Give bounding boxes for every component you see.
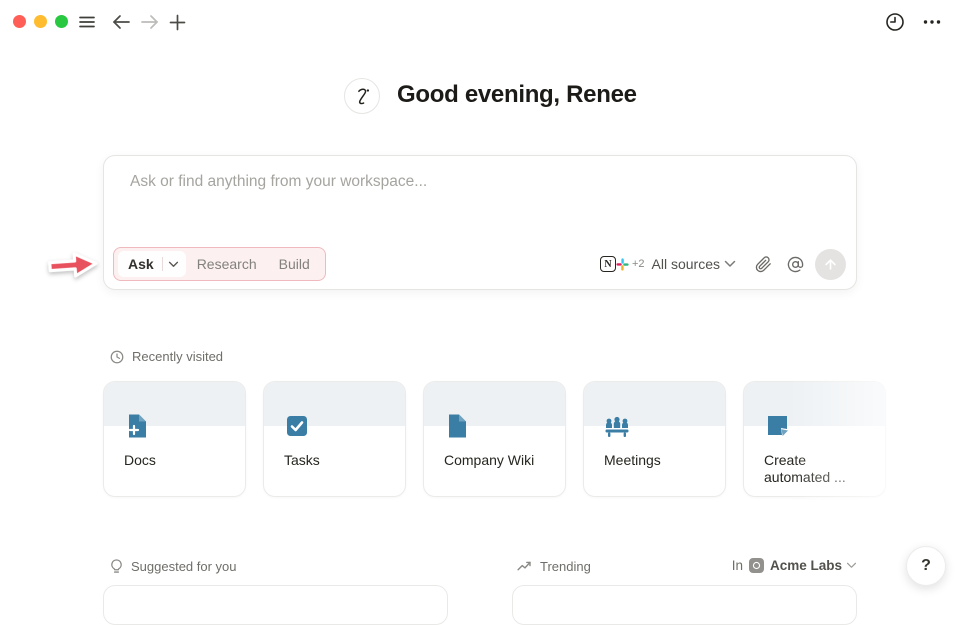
back-button[interactable]	[111, 12, 131, 32]
ai-face-doodle-icon	[358, 88, 370, 105]
slack-pinwheel-icon	[616, 257, 629, 271]
plus-icon	[169, 14, 185, 30]
annotation-arrow	[48, 252, 98, 278]
chevron-down-icon	[724, 260, 736, 267]
task-check-icon	[287, 416, 307, 436]
lightbulb-icon	[111, 559, 122, 573]
clock-icon	[110, 350, 124, 363]
trending-card-preview[interactable]	[512, 585, 857, 625]
ai-face-avatar	[344, 78, 380, 114]
more-options-button[interactable]	[922, 12, 942, 32]
at-sign-icon	[787, 256, 803, 272]
sidebar-menu-button[interactable]	[77, 12, 97, 32]
hamburger-icon	[79, 16, 95, 28]
mode-divider	[161, 257, 163, 271]
ask-input[interactable]	[128, 172, 832, 192]
card-create-automated[interactable]: Create automated ...	[743, 381, 886, 497]
chevron-down-icon	[168, 261, 178, 267]
composer-actions: N +2 All sources	[595, 248, 846, 280]
trending-label: Trending	[540, 559, 591, 574]
composer-panel: Ask Research Build N	[103, 155, 857, 290]
card-title: Tasks	[284, 452, 320, 468]
workspace-logo-icon	[748, 558, 764, 573]
recently-visited-cards: Docs Tasks Company Wiki Meetings Create …	[103, 375, 960, 505]
mode-research-button[interactable]: Research	[186, 256, 268, 272]
card-docs[interactable]: Docs	[103, 381, 246, 497]
history-button[interactable]	[885, 12, 905, 32]
workspace-name: Acme Labs	[769, 558, 842, 573]
attach-file-button[interactable]	[749, 250, 777, 278]
mention-button[interactable]	[781, 250, 809, 278]
help-button[interactable]: ?	[906, 546, 946, 586]
mode-ask-button[interactable]: Ask	[118, 251, 186, 277]
doc-plus-icon	[128, 414, 146, 438]
recently-visited-header: Recently visited	[110, 349, 223, 364]
suggested-label: Suggested for you	[131, 559, 237, 574]
card-tasks[interactable]: Tasks	[263, 381, 406, 497]
forward-button[interactable]	[139, 12, 159, 32]
card-meetings[interactable]: Meetings	[583, 381, 726, 497]
composer-toolbar: Ask Research Build N +2 All sources	[113, 247, 846, 281]
trending-header: Trending	[517, 559, 591, 574]
card-title: Create automated ...	[764, 452, 846, 485]
paperclip-icon	[755, 255, 771, 272]
card-title: Company Wiki	[444, 452, 535, 468]
clock-history-icon	[886, 13, 904, 31]
sources-label: All sources	[651, 256, 720, 272]
minimize-window-button[interactable]	[34, 15, 47, 28]
suggested-header: Suggested for you	[110, 559, 237, 574]
recently-visited-label: Recently visited	[132, 349, 224, 364]
chevron-down-icon	[846, 562, 857, 568]
arrow-up-icon	[825, 258, 836, 270]
send-button[interactable]	[815, 248, 846, 280]
help-label: ?	[921, 557, 931, 574]
card-title: Meetings	[604, 452, 661, 468]
workspace-scope-selector[interactable]: In Acme Labs	[732, 558, 857, 573]
suggested-card-preview[interactable]	[103, 585, 448, 625]
trending-up-icon	[517, 561, 531, 571]
zoom-window-button[interactable]	[55, 15, 68, 28]
scope-prefix-label: In	[731, 558, 743, 573]
mode-ask-label: Ask	[128, 256, 154, 272]
mode-build-button[interactable]: Build	[268, 256, 321, 272]
wiki-doc-icon	[449, 414, 466, 438]
notion-icon: N	[599, 256, 616, 272]
card-company-wiki[interactable]: Company Wiki	[423, 381, 566, 497]
sources-extra-count: +2	[631, 258, 645, 270]
template-icon	[768, 416, 788, 436]
card-title: Docs	[124, 452, 156, 468]
meeting-people-icon	[605, 416, 629, 437]
page-title: Good evening, Renee	[397, 81, 637, 108]
ellipsis-icon	[923, 20, 941, 24]
forward-arrow-icon	[140, 15, 158, 29]
slack-icon	[613, 255, 631, 273]
mode-switcher: Ask Research Build	[113, 247, 326, 281]
sources-selector[interactable]: N +2 All sources	[595, 253, 741, 276]
titlebar	[0, 0, 960, 44]
new-tab-button[interactable]	[167, 12, 187, 32]
back-arrow-icon	[112, 15, 130, 29]
close-window-button[interactable]	[13, 15, 26, 28]
